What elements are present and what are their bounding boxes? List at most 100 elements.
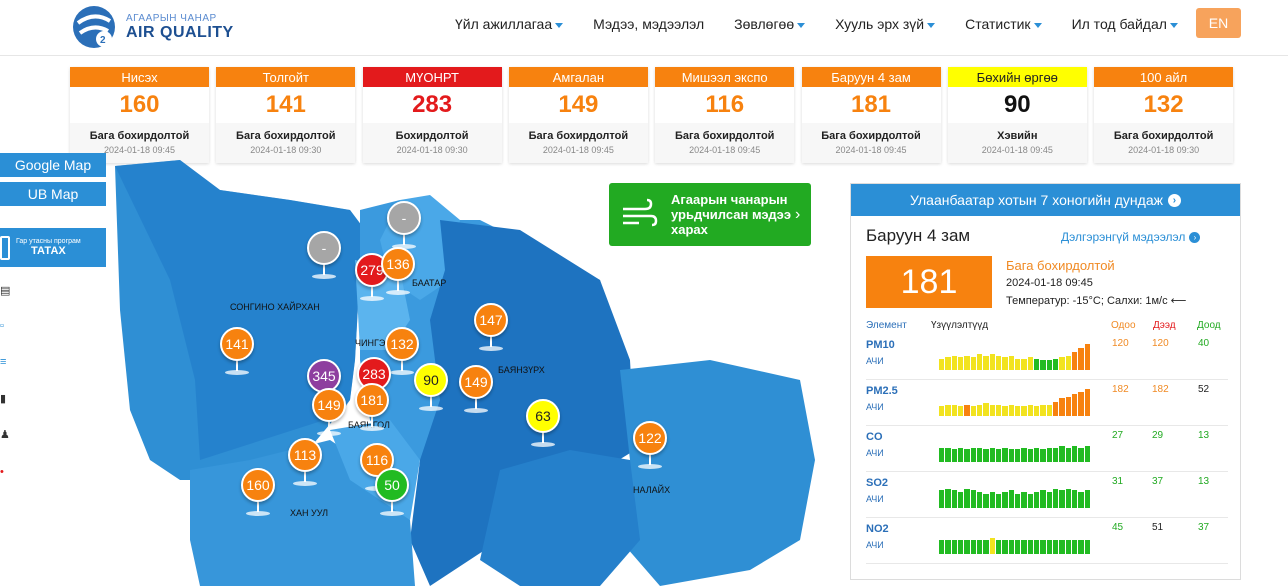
- pollutant-bar: [1021, 406, 1027, 416]
- map-marker[interactable]: 132: [385, 327, 419, 361]
- pollutant-bar: [996, 494, 1002, 508]
- map-marker[interactable]: 147: [474, 303, 508, 337]
- pollutant-row[interactable]: NO2 АЧИ 45 51 37: [866, 518, 1228, 564]
- station-card[interactable]: Мишээл экспо 116 Бага бохирдолтой 2024-01-1…: [655, 67, 795, 163]
- site-logo[interactable]: 2 АГААРЫН ЧАНАР AIR QUALITY: [70, 2, 270, 52]
- station-status: Бага бохирдолтой: [1113, 130, 1214, 142]
- station-aqi: 116: [705, 91, 745, 118]
- pollutant-bar: [983, 449, 989, 462]
- pollutant-row[interactable]: PM2.5 АЧИ 182 182 52: [866, 380, 1228, 426]
- pollutant-bar: [1040, 405, 1046, 416]
- calculator-icon[interactable]: ▤: [0, 284, 10, 297]
- pollutant-bar: [1015, 494, 1021, 508]
- forecast-button[interactable]: Агаарын чанарын урьдчилсан мэдээ харах ›: [609, 183, 811, 246]
- ub-map-button[interactable]: UB Map: [0, 182, 106, 206]
- pollutant-bar: [1002, 540, 1008, 554]
- station-aqi: 90: [1003, 91, 1031, 118]
- pollutant-bar: [996, 449, 1002, 462]
- map-marker[interactable]: 90: [414, 363, 448, 397]
- station-card[interactable]: МҮОНРТ 283 Бохирдолтой 2024-01-18 09:30: [362, 67, 502, 163]
- pollutant-bar: [970, 406, 976, 416]
- logo-icon: 2: [73, 6, 115, 48]
- nav-item-activities[interactable]: Үйл ажиллагаа: [440, 16, 578, 32]
- pollutant-bar: [1015, 540, 1021, 554]
- map-marker-pin: [391, 502, 393, 512]
- aqi-time: 2024-01-18 09:45: [1006, 277, 1093, 289]
- map-marker[interactable]: 160: [241, 468, 275, 502]
- pollutant-bar: [977, 492, 983, 508]
- column-min: Доод: [1197, 320, 1221, 331]
- map-marker[interactable]: 122: [633, 421, 667, 455]
- station-name: Бөхийн өргөө: [947, 67, 1087, 87]
- language-button[interactable]: EN: [1196, 8, 1241, 38]
- station-card[interactable]: Баруун 4 зам 181 Бага бохирдолтой 2024-01-1…: [801, 67, 941, 163]
- phone-icon: [0, 235, 10, 260]
- column-now: Одоо: [1111, 320, 1136, 331]
- station-footer: Бага бохирдолтой 2024-01-18 09:30: [216, 123, 356, 163]
- station-time: 2024-01-18 09:45: [835, 145, 907, 155]
- pollutant-row[interactable]: PM10 АЧИ 120 120 40: [866, 334, 1228, 380]
- pollutant-max: 37: [1152, 476, 1164, 487]
- pollutant-min: 13: [1198, 430, 1210, 441]
- station-footer: Бага бохирдолтой 2024-01-18 09:45: [655, 123, 795, 163]
- map-marker[interactable]: 63: [526, 399, 560, 433]
- list-icon[interactable]: ≡: [0, 356, 8, 368]
- pollutant-bar: [1021, 492, 1027, 508]
- station-name: Мишээл экспо: [655, 67, 795, 87]
- pollutant-bar: [1034, 406, 1040, 416]
- nav-item-advice[interactable]: Зөвлөгөө: [719, 16, 820, 32]
- site-header: 2 АГААРЫН ЧАНАР AIR QUALITY Үйл ажиллага…: [0, 0, 1288, 56]
- pollutant-bar: [1002, 357, 1008, 370]
- map-marker[interactable]: 50: [375, 468, 409, 502]
- pollutant-bar: [1078, 448, 1084, 462]
- device-icon[interactable]: ▮: [0, 392, 8, 405]
- panel-header[interactable]: Улаанбаатар хотын 7 хоногийн дундаж ›: [851, 184, 1240, 216]
- google-map-button[interactable]: Google Map: [0, 153, 106, 177]
- station-card[interactable]: Бөхийн өргөө 90 Хэвийн 2024-01-18 09:45: [947, 67, 1087, 163]
- station-card[interactable]: Амгалан 149 Бага бохирдолтой 2024-01-18 09:…: [508, 67, 648, 163]
- map-marker[interactable]: 136: [381, 247, 415, 281]
- pollutant-bar: [1015, 449, 1021, 462]
- map-marker-pin: [304, 472, 306, 482]
- station-time: 2024-01-18 09:30: [1128, 145, 1200, 155]
- nav-item-law[interactable]: Хууль эрх зүй: [820, 16, 950, 32]
- nav-item-statistics[interactable]: Статистик: [950, 16, 1056, 32]
- map-marker[interactable]: -: [387, 201, 421, 235]
- map-marker[interactable]: 149: [459, 365, 493, 399]
- map-marker[interactable]: 113: [288, 438, 322, 472]
- map-marker[interactable]: 141: [220, 327, 254, 361]
- pollutant-bar: [1078, 392, 1084, 416]
- pollutant-bar: [983, 403, 989, 416]
- alert-icon[interactable]: •: [0, 466, 8, 478]
- pollutant-bar: [977, 405, 983, 416]
- station-time: 2024-01-18 09:45: [689, 145, 761, 155]
- station-aqi: 181: [850, 91, 892, 118]
- map-marker[interactable]: 149: [312, 388, 346, 422]
- nav-item-transparency[interactable]: Ил тод байдал: [1057, 16, 1193, 32]
- pollutant-min: 52: [1198, 384, 1210, 395]
- pollutant-bar: [1002, 406, 1008, 416]
- pollutant-max: 120: [1152, 338, 1169, 349]
- pollutant-row[interactable]: CO АЧИ 27 29 13: [866, 426, 1228, 472]
- pollutant-bar: [1084, 446, 1090, 462]
- user-icon[interactable]: ♟: [0, 428, 10, 441]
- pollutant-bar: [977, 540, 983, 554]
- pollutant-name: PM10: [866, 339, 895, 351]
- pollutant-bar: [970, 448, 976, 462]
- app-download-button[interactable]: Гар утасны програм ТАТАХ: [0, 228, 106, 267]
- pollutant-bar: [1072, 446, 1078, 462]
- more-info-link[interactable]: Дэлгэрэнгүй мэдээлэл ›: [1061, 230, 1201, 244]
- map-marker[interactable]: -: [307, 231, 341, 265]
- nav-item-news[interactable]: Мэдээ, мэдээлэл: [578, 16, 719, 32]
- pollutant-bar: [1034, 448, 1040, 462]
- pollutant-bar: [1053, 402, 1059, 416]
- station-name: МҮОНРТ: [362, 67, 502, 87]
- map-marker[interactable]: 181: [355, 383, 389, 417]
- pollutant-bar: [1065, 489, 1071, 508]
- station-card[interactable]: 100 айл 132 Бага бохирдолтой 2024-01-18 09:…: [1094, 67, 1234, 163]
- station-card[interactable]: Нисэх 160 Бага бохирдолтой 2024-01-18 09:45: [70, 67, 209, 163]
- station-card[interactable]: Толгойт 141 Бага бохирдолтой 2024-01-18 09:…: [216, 67, 356, 163]
- pollutant-bar: [996, 356, 1002, 370]
- pollutant-row[interactable]: SO2 АЧИ 31 37 13: [866, 472, 1228, 518]
- document-icon[interactable]: ▫: [0, 320, 8, 332]
